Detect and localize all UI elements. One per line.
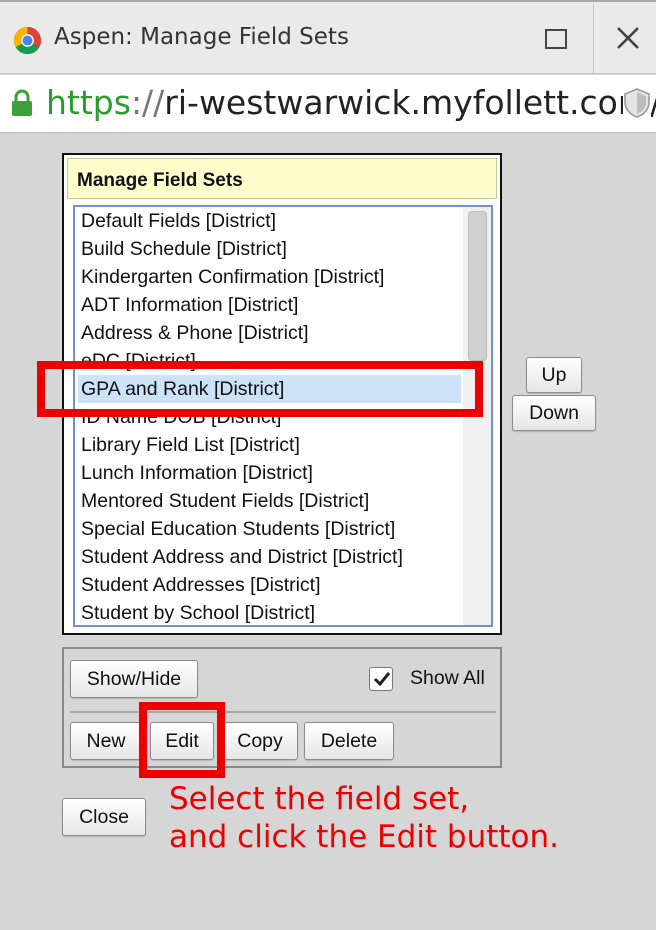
url-scheme: https	[46, 83, 131, 122]
list-item[interactable]: Mentored Student Fields [District]	[78, 487, 461, 515]
instruction-text: Select the field set, and click the Edit…	[169, 780, 559, 856]
list-scrollbar-thumb[interactable]	[468, 211, 487, 361]
checkmark-icon	[373, 672, 391, 687]
instruction-line-1: Select the field set,	[169, 781, 470, 817]
close-window-icon[interactable]	[612, 22, 644, 54]
panel-title: Manage Field Sets	[77, 170, 243, 191]
list-item[interactable]: Lunch Information [District]	[78, 459, 461, 487]
list-item[interactable]: Student Address and District [District]	[78, 543, 461, 571]
move-down-button[interactable]: Down	[512, 395, 596, 431]
actions-divider	[70, 711, 496, 713]
chrome-logo-icon	[13, 26, 42, 55]
show-hide-button[interactable]: Show/Hide	[70, 660, 198, 698]
copy-button[interactable]: Copy	[222, 722, 298, 760]
panel-header: Manage Field Sets	[67, 158, 497, 199]
maximize-button[interactable]	[545, 29, 567, 49]
instruction-line-2: and click the Edit button.	[169, 819, 560, 855]
url-host: ri-westwarwick.myfollett.com/	[164, 83, 656, 122]
list-item[interactable]: Build Schedule [District]	[78, 235, 461, 263]
window-titlebar: Aspen: Manage Field Sets	[0, 0, 656, 74]
lock-icon	[12, 89, 32, 116]
address-bar[interactable]: https://ri-westwarwick.myfollett.com/	[0, 75, 656, 133]
list-item[interactable]: Library Field List [District]	[78, 431, 461, 459]
window-title: Aspen: Manage Field Sets	[54, 24, 349, 50]
delete-button[interactable]: Delete	[304, 722, 394, 760]
list-item[interactable]: Student by School [District]	[78, 599, 461, 625]
url-text[interactable]: https://ri-westwarwick.myfollett.com/	[46, 83, 656, 122]
list-item[interactable]: Address & Phone [District]	[78, 319, 461, 347]
shield-icon[interactable]	[623, 87, 651, 119]
highlight-selected-item	[37, 361, 483, 417]
titlebar-divider	[593, 4, 594, 74]
list-item[interactable]: Student Addresses [District]	[78, 571, 461, 599]
close-button[interactable]: Close	[62, 798, 146, 836]
list-item[interactable]: ADT Information [District]	[78, 291, 461, 319]
highlight-edit-button	[139, 702, 225, 778]
url-separator: ://	[130, 83, 165, 122]
list-item[interactable]: Default Fields [District]	[78, 207, 461, 235]
show-all-checkbox[interactable]	[369, 667, 393, 691]
show-all-label: Show All	[410, 667, 485, 689]
list-item[interactable]: Special Education Students [District]	[78, 515, 461, 543]
list-item[interactable]: Kindergarten Confirmation [District]	[78, 263, 461, 291]
new-button[interactable]: New	[70, 722, 142, 760]
move-up-button[interactable]: Up	[526, 357, 582, 393]
